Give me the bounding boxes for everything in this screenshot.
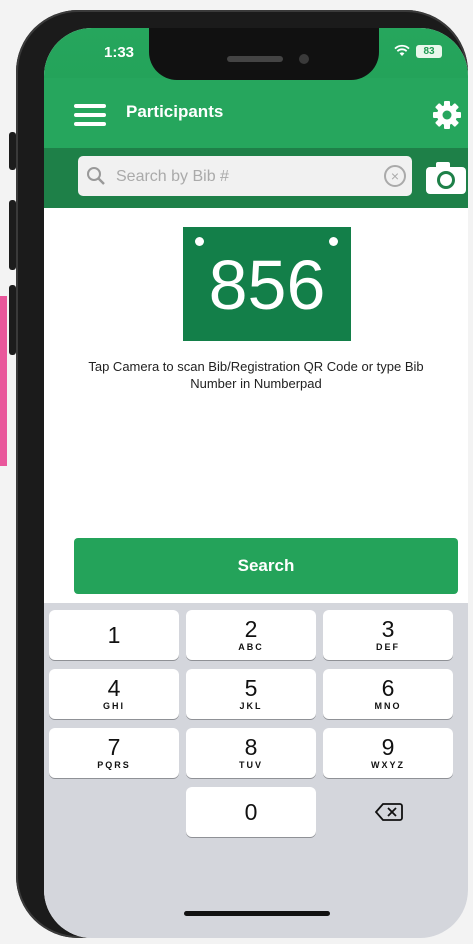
key-number: 3 <box>381 616 395 642</box>
key-number: 8 <box>244 734 258 760</box>
search-box: × <box>78 156 412 196</box>
home-indicator[interactable] <box>184 911 330 916</box>
bib-number: 856 <box>208 246 326 324</box>
status-time: 1:33 <box>104 44 135 61</box>
key-4[interactable]: 4 GHI <box>49 669 179 719</box>
number-pad: 1 2 ABC 3 DEF 4 GHI 5 JKL 6 MNO 7 PQRS 8… <box>44 603 468 938</box>
key-3[interactable]: 3 DEF <box>323 610 453 660</box>
key-number: 6 <box>381 675 395 701</box>
key-number: 5 <box>244 675 258 701</box>
wifi-icon <box>394 44 410 60</box>
key-0[interactable]: 0 <box>186 787 316 837</box>
key-letters: DEF <box>376 642 400 652</box>
bib-card: 856 <box>183 227 351 341</box>
key-1[interactable]: 1 <box>49 610 179 660</box>
side-accent <box>0 296 7 466</box>
key-letters: WXYZ <box>371 760 405 770</box>
backspace-icon <box>374 802 403 827</box>
key-8[interactable]: 8 TUV <box>186 728 316 778</box>
key-number: 1 <box>107 622 121 648</box>
search-bar: × <box>44 148 468 208</box>
phone-screen: 1:33 83 Participants Search by Bib # × 8… <box>44 28 468 938</box>
search-input[interactable] <box>114 162 368 192</box>
key-number: 7 <box>107 734 121 760</box>
key-9[interactable]: 9 WXYZ <box>323 728 453 778</box>
page-title: Participants <box>126 102 224 121</box>
key-number: 2 <box>244 616 258 642</box>
key-7[interactable]: 7 PQRS <box>49 728 179 778</box>
key-number: 4 <box>107 675 121 701</box>
camera-icon[interactable] <box>424 160 468 196</box>
notch <box>149 28 379 80</box>
key-6[interactable]: 6 MNO <box>323 669 453 719</box>
key-5[interactable]: 5 JKL <box>186 669 316 719</box>
key-letters: PQRS <box>97 760 131 770</box>
speaker <box>227 56 283 62</box>
backspace-key[interactable] <box>323 787 453 837</box>
volume-down-button <box>9 285 16 355</box>
key-letters: ABC <box>238 642 264 652</box>
key-letters: JKL <box>239 701 263 711</box>
silent-switch <box>9 132 16 170</box>
key-number: 0 <box>244 799 258 825</box>
key-2[interactable]: 2 ABC <box>186 610 316 660</box>
volume-up-button <box>9 200 16 270</box>
app-bar: Participants <box>44 78 468 148</box>
key-letters: MNO <box>374 701 402 711</box>
battery-indicator: 83 <box>416 45 442 58</box>
key-number: 9 <box>381 734 395 760</box>
phone-frame: 1:33 83 Participants Search by Bib # × 8… <box>16 10 468 938</box>
key-letters: TUV <box>239 760 263 770</box>
hamburger-icon[interactable] <box>74 104 106 126</box>
instruction-text: Tap Camera to scan Bib/Registration QR C… <box>88 359 424 391</box>
front-camera <box>299 54 309 64</box>
search-button[interactable]: Search <box>74 538 458 594</box>
search-icon <box>86 166 106 186</box>
gear-icon[interactable] <box>432 100 462 130</box>
clear-icon[interactable]: × <box>384 165 406 187</box>
key-letters: GHI <box>102 701 125 711</box>
